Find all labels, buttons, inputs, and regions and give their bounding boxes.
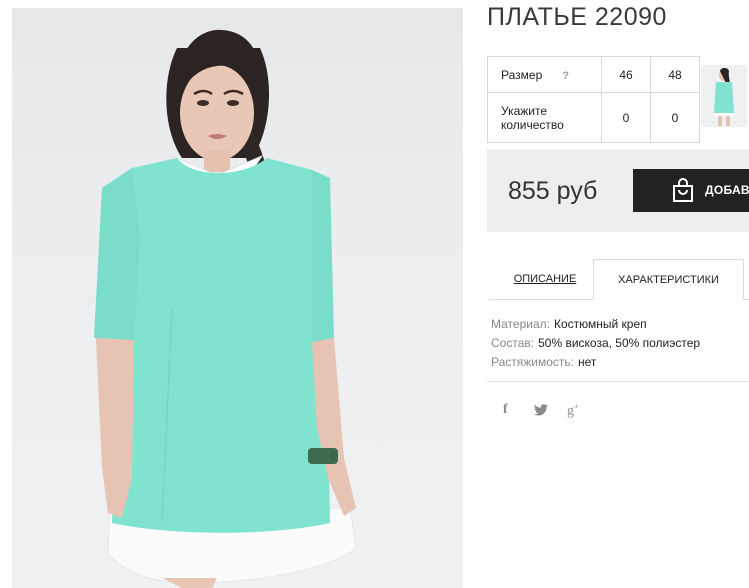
characteristic-key: Материал:: [491, 317, 550, 331]
google-plus-icon[interactable]: g+: [567, 402, 579, 420]
quantity-input-48[interactable]: 0: [650, 92, 700, 143]
characteristic-row: Материал: Костюмный креп: [491, 315, 700, 334]
shopping-bag-icon: [671, 177, 695, 206]
product-tabs: ОПИСАНИЕ ХАРАКТЕРИСТИКИ: [487, 259, 749, 300]
quantity-row: Укажите количество 0 0: [487, 92, 700, 143]
characteristic-key: Состав:: [491, 336, 535, 350]
characteristic-row: Растяжимость: нет: [491, 353, 700, 372]
size-row: Размер? 46 48: [487, 56, 700, 93]
characteristic-value: 50% вискоза, 50% полиэстер: [538, 336, 701, 350]
characteristic-row: Состав: 50% вискоза, 50% полиэстер: [491, 334, 700, 353]
twitter-icon[interactable]: [534, 403, 548, 421]
size-quantity-table: Размер? 46 48 Укажите количество 0 0: [487, 56, 700, 143]
product-photo[interactable]: [12, 8, 463, 588]
quantity-input-46[interactable]: 0: [601, 92, 651, 143]
tab-description[interactable]: ОПИСАНИЕ: [496, 259, 594, 299]
characteristics-divider: [487, 381, 749, 382]
quantity-label: Укажите количество: [487, 92, 602, 143]
size-label-cell: Размер?: [487, 56, 602, 93]
characteristics-list: Материал: Костюмный креп Состав: 50% виско…: [491, 315, 700, 372]
facebook-icon[interactable]: f: [503, 402, 508, 418]
size-option-48[interactable]: 48: [650, 56, 700, 93]
size-option-46[interactable]: 46: [601, 56, 651, 93]
characteristic-value: нет: [578, 355, 597, 369]
product-title: ПЛАТЬЕ 22090: [487, 3, 667, 31]
tab-characteristics[interactable]: ХАРАКТЕРИСТИКИ: [593, 259, 744, 300]
product-thumbnail[interactable]: [701, 65, 747, 127]
price-box: 855 руб ДОБАВИ: [487, 149, 749, 232]
add-to-cart-label: ДОБАВИ: [705, 183, 749, 197]
characteristic-value: Костюмный креп: [553, 317, 647, 331]
size-label: Размер: [501, 67, 543, 82]
characteristic-key: Растяжимость:: [491, 355, 575, 369]
product-price: 855 руб: [508, 177, 598, 205]
model-illustration: [94, 29, 357, 588]
add-to-cart-button[interactable]: ДОБАВИ: [633, 169, 749, 212]
size-help-icon[interactable]: ?: [562, 70, 569, 82]
thumbnail-image: [714, 68, 734, 126]
